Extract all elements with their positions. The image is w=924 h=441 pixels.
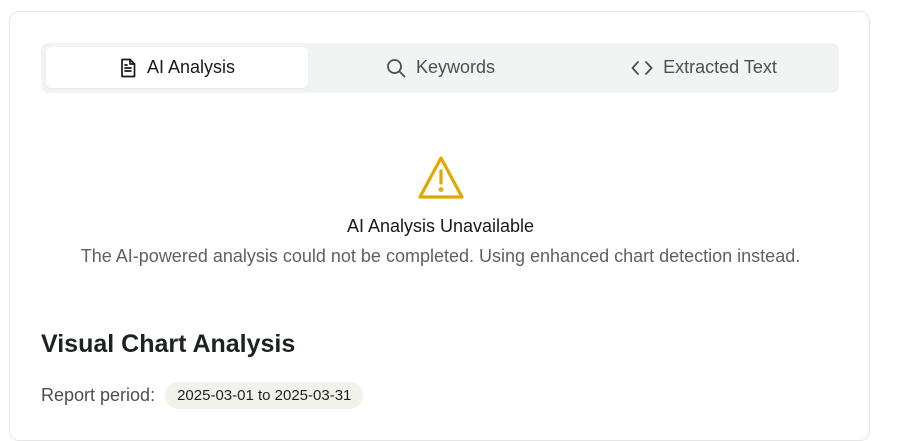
section-title: Visual Chart Analysis (41, 330, 296, 358)
alert-title: AI Analysis Unavailable (346, 216, 535, 236)
tab-label: Keywords (415, 57, 496, 77)
tab-label: AI Analysis (146, 57, 236, 77)
code-icon (631, 60, 653, 76)
tab-label: Extracted Text (663, 57, 777, 77)
report-period: Report period: 2025-03-01 to 2025-03-31 (41, 382, 364, 409)
analysis-card: AI Analysis Keywords Extracted Text AI A… (9, 11, 870, 441)
period-label: Report period: (41, 385, 156, 405)
search-icon (386, 58, 406, 78)
tab-keywords[interactable]: Keywords (308, 47, 573, 88)
tab-extracted-text[interactable]: Extracted Text (573, 47, 835, 88)
warning-icon (417, 155, 465, 201)
tab-ai-analysis[interactable]: AI Analysis (46, 47, 308, 88)
period-badge: 2025-03-01 to 2025-03-31 (165, 382, 364, 409)
alert-message: The AI-powered analysis could not be com… (80, 246, 801, 266)
tab-bar: AI Analysis Keywords Extracted Text (41, 43, 839, 93)
document-icon (119, 58, 137, 78)
